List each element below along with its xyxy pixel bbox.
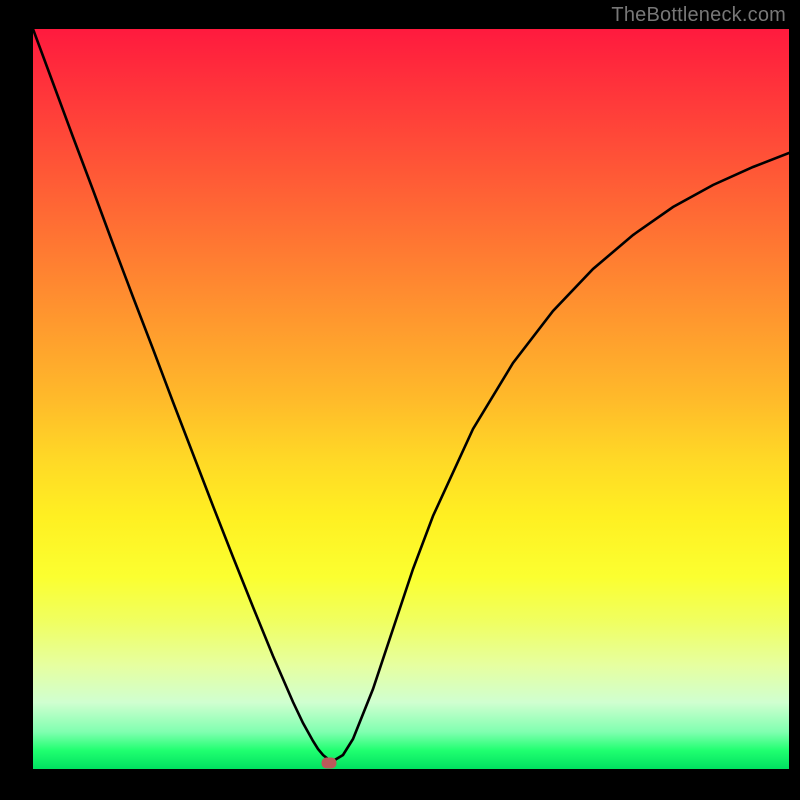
watermark-text: TheBottleneck.com [611,4,786,27]
chart-plot-area [33,29,789,769]
bottleneck-curve [33,29,789,769]
optimal-point-marker [322,758,337,769]
